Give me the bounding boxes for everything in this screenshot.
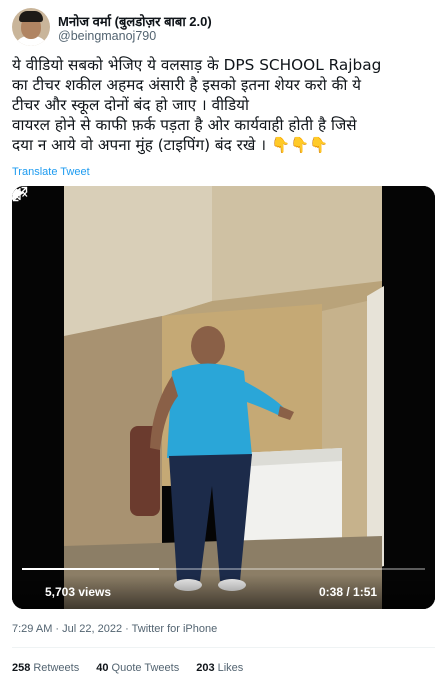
retweets-stat[interactable]: 258 Retweets xyxy=(12,662,79,674)
translate-tweet-link[interactable]: Translate Tweet xyxy=(12,166,90,178)
retweets-count: 258 xyxy=(12,662,31,674)
tweet-stats: 258 Retweets 40 Quote Tweets 203 Likes xyxy=(12,662,257,674)
video-frame xyxy=(12,186,435,609)
likes-stat[interactable]: 203 Likes xyxy=(196,662,243,674)
tweet-timestamp[interactable]: 7:29 AM · Jul 22, 2022 · Twitter for iPh… xyxy=(12,623,217,635)
quote-tweets-stat[interactable]: 40 Quote Tweets xyxy=(96,662,179,674)
author-handle[interactable]: @beingmanoj790 xyxy=(58,29,156,43)
likes-count: 203 xyxy=(196,662,215,674)
tweet-text: ये वीडियो सबको भेजिए ये वलसाड़ के DPS SC… xyxy=(12,56,382,154)
likes-label: Likes xyxy=(217,662,244,674)
video-progress-bar[interactable] xyxy=(22,568,425,570)
avatar[interactable] xyxy=(12,8,50,46)
divider xyxy=(12,647,435,648)
video-time: 0:38 / 1:51 xyxy=(319,585,378,599)
video-player[interactable]: 5,703 views 0:38 / 1:51 xyxy=(12,186,435,609)
author-name[interactable]: Mनोज वर्मा (बुलडोज़र बाबा 2.0) xyxy=(58,12,212,30)
quote-tweets-count: 40 xyxy=(96,662,109,674)
quote-tweets-label: Quote Tweets xyxy=(111,662,180,674)
tweet-header: Mनोज वर्मा (बुलडोज़र बाबा 2.0) @beingman… xyxy=(12,8,432,48)
retweets-label: Retweets xyxy=(33,662,80,674)
expand-icon[interactable] xyxy=(12,186,28,202)
video-views: 5,703 views xyxy=(45,585,112,599)
